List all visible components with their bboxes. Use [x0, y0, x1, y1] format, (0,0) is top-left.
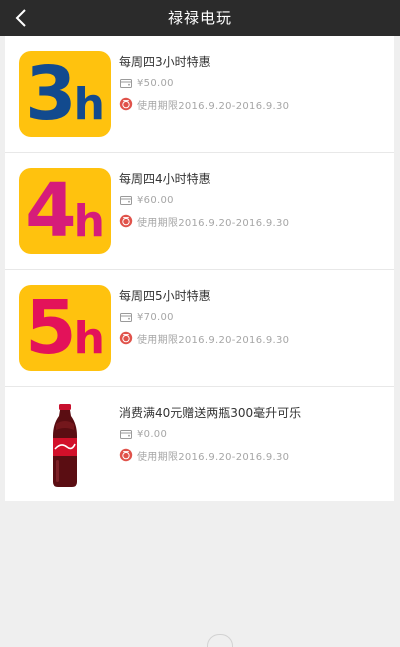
coupon-price: ¥70.00	[137, 311, 174, 323]
coupon-validity: 使用期限2016.9.20-2016.9.30	[137, 451, 290, 463]
cola-bottle-image	[53, 404, 77, 487]
coupon-thumbnail: 3 h	[19, 51, 111, 137]
coupon-thumbnail: 5 h	[19, 285, 111, 371]
coupon-thumbnail: 4 h	[19, 168, 111, 254]
coupon-price: ¥0.00	[137, 428, 168, 440]
wallet-icon	[120, 430, 132, 439]
coupon-validity: 使用期限2016.9.20-2016.9.30	[137, 100, 290, 112]
coupon-price: ¥50.00	[137, 77, 174, 89]
price-row: ¥60.00	[119, 190, 386, 210]
price-row: ¥0.00	[119, 424, 386, 444]
coupon-validity: 使用期限2016.9.20-2016.9.30	[137, 217, 290, 229]
clock-badge-icon	[119, 331, 133, 345]
coupon-name: 每周四5小时特惠	[119, 289, 211, 303]
coupon-item[interactable]: 5 h 每周四5小时特惠 ¥70.00 使用期限2016.9.20-2016.9…	[5, 270, 394, 387]
validity-row: 使用期限2016.9.20-2016.9.30	[119, 445, 386, 465]
clock-badge-icon	[119, 97, 133, 111]
coupon-info: 每周四4小时特惠 ¥60.00 使用期限2016.9.20-2016.9.30	[119, 169, 386, 231]
coupon-info: 每周四5小时特惠 ¥70.00 使用期限2016.9.20-2016.9.30	[119, 286, 386, 348]
coupon-price: ¥60.00	[137, 194, 174, 206]
coupon-item[interactable]: 4 h 每周四4小时特惠 ¥60.00 使用期限2016.9.20-2016.9…	[5, 153, 394, 270]
clock-badge-icon	[119, 214, 133, 228]
clock-badge-icon	[119, 448, 133, 462]
coupon-name: 每周四3小时特惠	[119, 55, 211, 69]
coupon-info: 每周四3小时特惠 ¥50.00 使用期限2016.9.20-2016.9.30	[119, 52, 386, 114]
page-title: 禄禄电玩	[167, 9, 232, 27]
hour-number: 3	[25, 51, 76, 137]
wallet-icon	[120, 313, 132, 322]
hour-tile: 3 h	[19, 51, 111, 137]
hour-tile: 4 h	[19, 168, 111, 254]
coupon-item[interactable]: 消费满40元赠送两瓶300毫升可乐 ¥0.00 使用期限2016.9.20-20…	[5, 387, 394, 501]
price-row: ¥70.00	[119, 307, 386, 327]
top-bar: 禄禄电玩	[0, 0, 400, 36]
coupon-name: 每周四4小时特惠	[119, 172, 211, 186]
coupon-validity: 使用期限2016.9.20-2016.9.30	[137, 334, 290, 346]
wallet-icon	[120, 79, 132, 88]
coupon-name: 消费满40元赠送两瓶300毫升可乐	[119, 406, 302, 420]
coupon-info: 消费满40元赠送两瓶300毫升可乐 ¥0.00 使用期限2016.9.20-20…	[119, 403, 386, 465]
hour-unit: h	[73, 313, 105, 364]
validity-row: 使用期限2016.9.20-2016.9.30	[119, 94, 386, 114]
validity-row: 使用期限2016.9.20-2016.9.30	[119, 328, 386, 348]
hour-number: 4	[25, 168, 76, 254]
hour-unit: h	[73, 196, 105, 247]
coupon-thumbnail	[19, 402, 111, 488]
coupon-item[interactable]: 3 h 每周四3小时特惠 ¥50.00 使用期限2016.9.20-2016.9…	[5, 36, 394, 153]
price-row: ¥50.00	[119, 73, 386, 93]
wallet-icon	[120, 196, 132, 205]
hour-tile: 5 h	[19, 285, 111, 371]
coupon-list: 3 h 每周四3小时特惠 ¥50.00 使用期限2016.9.20-2016.9…	[5, 36, 394, 501]
hour-unit: h	[73, 79, 105, 130]
hour-number: 5	[25, 285, 76, 371]
validity-row: 使用期限2016.9.20-2016.9.30	[119, 211, 386, 231]
